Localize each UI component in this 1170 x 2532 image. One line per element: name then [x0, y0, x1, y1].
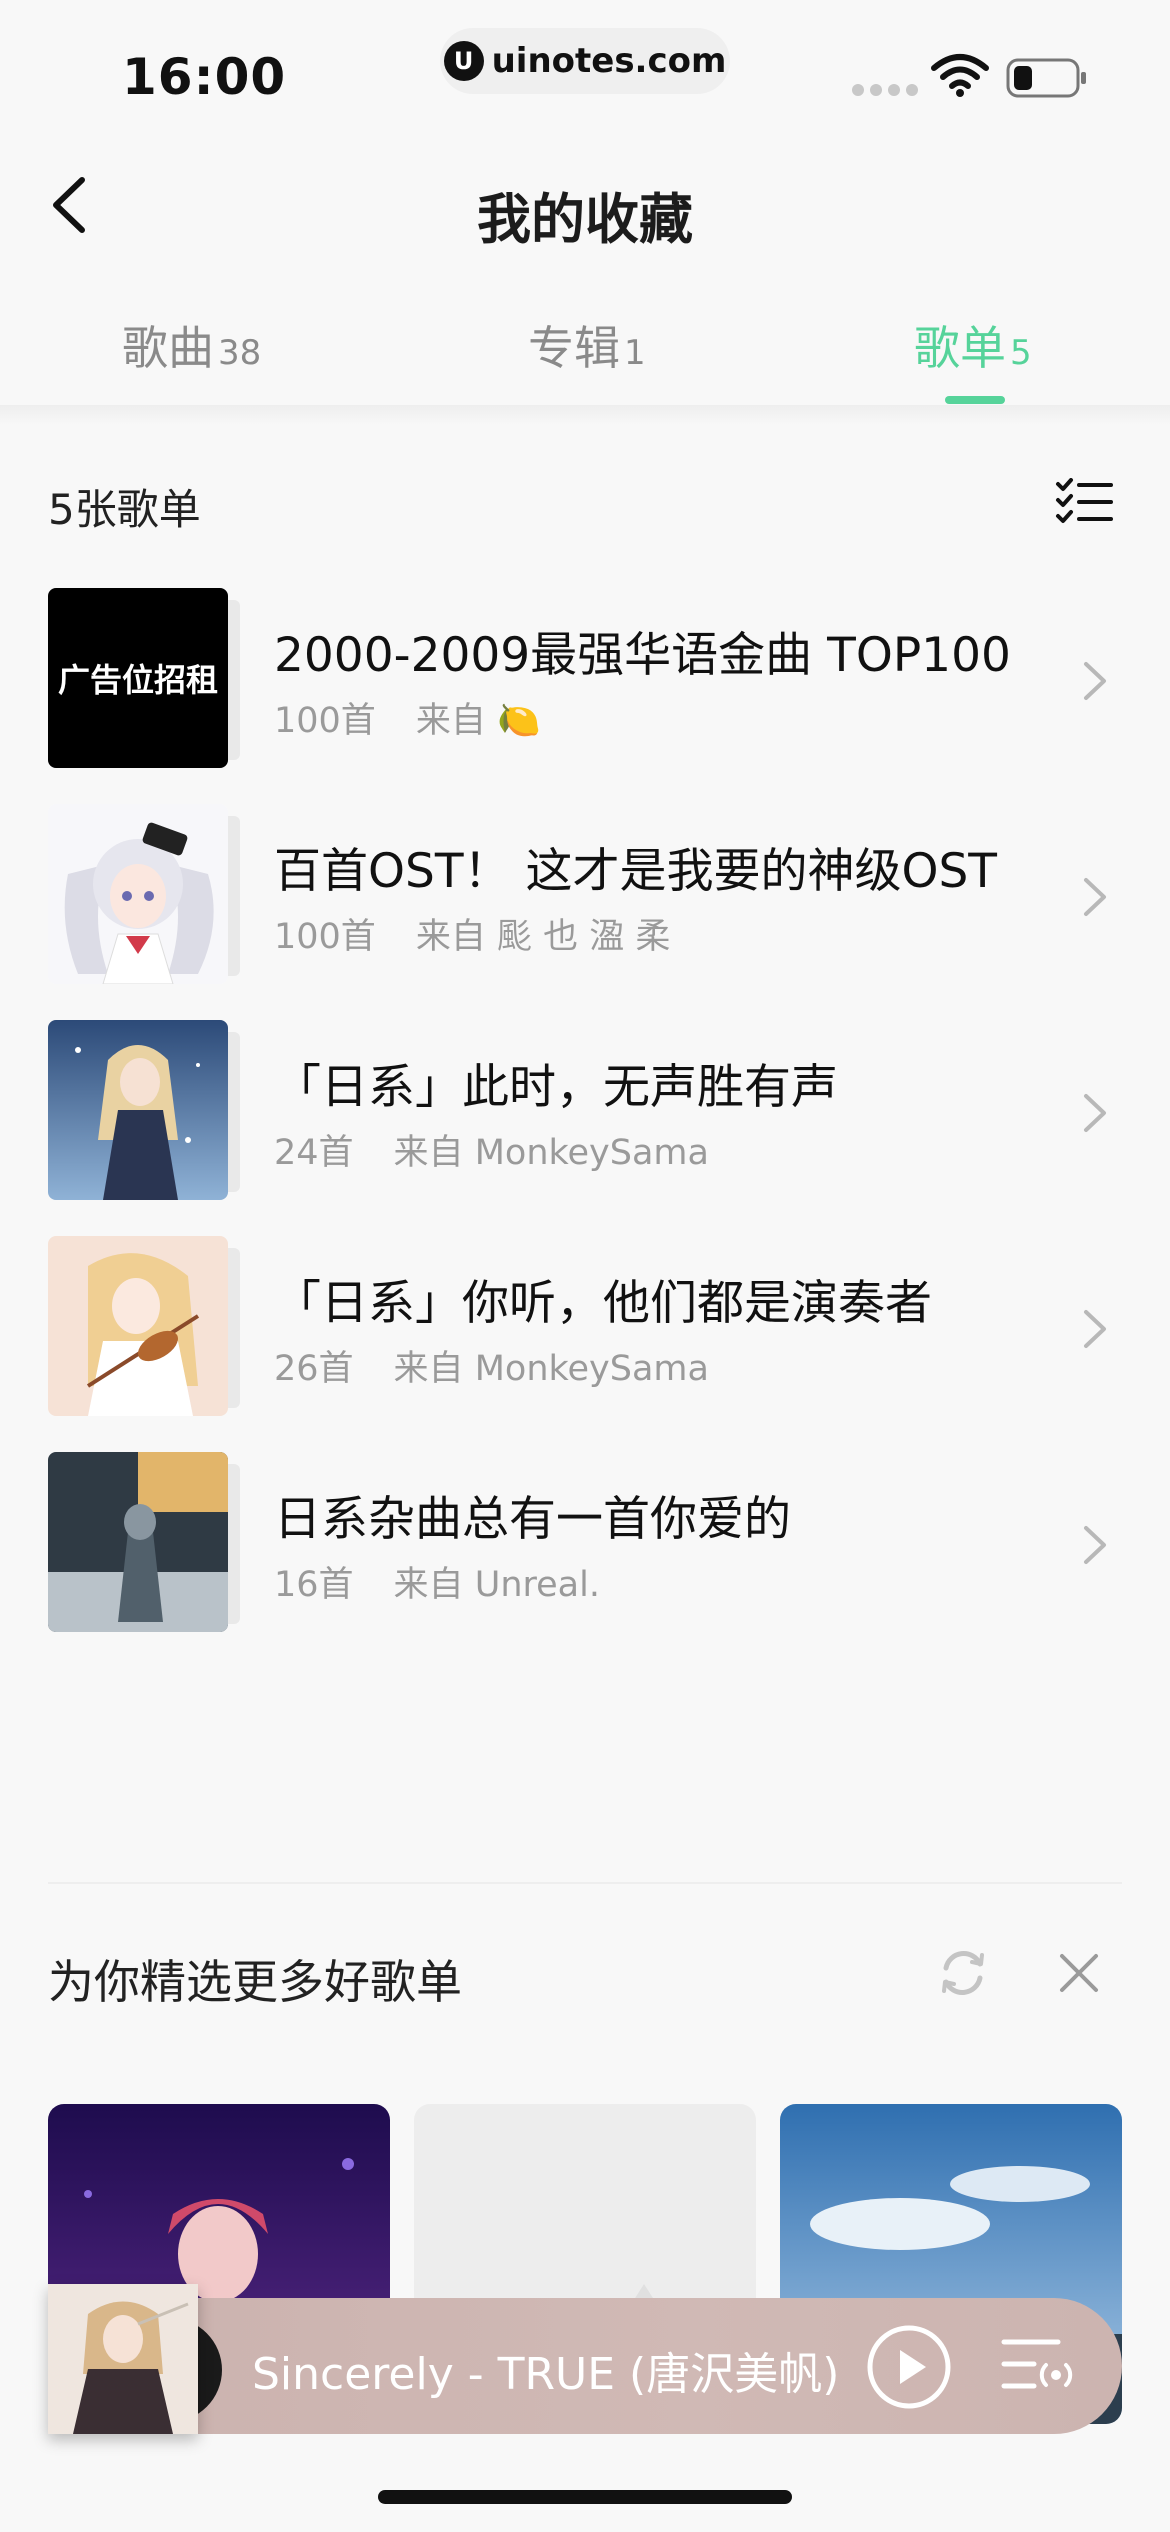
- site-url: uinotes.com: [491, 41, 727, 81]
- playlist-title: 「日系」你听，他们都是演奏者: [274, 1276, 932, 1331]
- playlist-meta: 100首 来自 颩 也 溋 柔: [274, 917, 671, 957]
- close-icon[interactable]: [1056, 1950, 1102, 1996]
- playlist-cover: [48, 804, 228, 984]
- playlist-title: 2000-2009最强华语金曲 TOP100: [274, 628, 1011, 683]
- status-time: 16:00: [122, 48, 287, 106]
- url-pill[interactable]: U uinotes.com: [440, 28, 730, 94]
- playlist-meta: 16首 来自 Unreal.: [274, 1565, 600, 1605]
- chevron-right-icon: [1084, 878, 1106, 916]
- playlist-title: 日系杂曲总有一首你爱的: [274, 1492, 791, 1547]
- playlist-row[interactable]: 「日系」此时，无声胜有声 24首 来自 MonkeySama: [0, 1020, 1170, 1236]
- active-tab-indicator: [945, 396, 1005, 404]
- tab-albums-label: 专辑: [528, 321, 620, 375]
- playlist-meta: 24首 来自 MonkeySama: [274, 1133, 709, 1173]
- playlist-title: 「日系」此时，无声胜有声: [274, 1060, 838, 1115]
- batch-manage-icon[interactable]: [1055, 478, 1113, 526]
- cellular-signal-icon: [852, 84, 918, 96]
- playlist-row[interactable]: 广告位招租 2000-2009最强华语金曲 TOP100 100首 来自 🍋: [0, 588, 1170, 804]
- chevron-right-icon: [1084, 1310, 1106, 1348]
- playlist-queue-icon[interactable]: [1000, 2330, 1076, 2404]
- tab-playlists[interactable]: 歌单 5: [914, 312, 1032, 378]
- lemon-icon: 🍋: [496, 701, 541, 741]
- wifi-icon: [931, 54, 989, 97]
- tab-albums-count: 1: [624, 333, 646, 373]
- cover-ad-text: 广告位招租: [57, 661, 218, 699]
- refresh-icon[interactable]: [936, 1946, 990, 2000]
- tab-albums[interactable]: 专辑 1: [528, 312, 646, 378]
- playlist-title: 百首OST！ 这才是我要的神级OST: [274, 844, 998, 899]
- playlist-cover: [48, 1452, 228, 1632]
- playlist-row[interactable]: 百首OST！ 这才是我要的神级OST 100首 来自 颩 也 溋 柔: [0, 804, 1170, 1020]
- section-divider: [48, 1882, 1122, 1884]
- playlist-cover: 广告位招租: [48, 588, 228, 768]
- site-logo-icon: U: [443, 41, 484, 81]
- tab-songs[interactable]: 歌曲 38: [122, 312, 261, 378]
- tab-songs-label: 歌曲: [122, 321, 214, 375]
- tabs-shadow: [0, 405, 1170, 425]
- home-indicator: [378, 2490, 792, 2504]
- tab-playlists-count: 5: [1010, 333, 1032, 373]
- page-title: 我的收藏: [477, 188, 693, 251]
- playlist-cover: [48, 1236, 228, 1416]
- tab-playlists-label: 歌单: [914, 321, 1006, 375]
- player-cover[interactable]: [48, 2284, 198, 2434]
- battery-icon: [1006, 58, 1086, 98]
- playlist-cover: [48, 1020, 228, 1200]
- recommend-title: 为你精选更多好歌单: [48, 1955, 462, 2009]
- playlist-meta: 26首 来自 MonkeySama: [274, 1349, 709, 1389]
- playlist-row[interactable]: 「日系」你听，他们都是演奏者 26首 来自 MonkeySama: [0, 1236, 1170, 1452]
- play-button-icon[interactable]: [866, 2324, 952, 2410]
- chevron-right-icon: [1084, 1526, 1106, 1564]
- playlist-count-label: 5张歌单: [48, 485, 201, 534]
- playlist-row[interactable]: 日系杂曲总有一首你爱的 16首 来自 Unreal.: [0, 1452, 1170, 1668]
- now-playing-text: Sincerely - TRUE (唐沢美帆): [252, 2349, 840, 2400]
- playlist-meta: 100首 来自 🍋: [274, 701, 541, 741]
- chevron-right-icon: [1084, 1094, 1106, 1132]
- chevron-right-icon: [1084, 662, 1106, 700]
- tab-songs-count: 38: [218, 333, 262, 373]
